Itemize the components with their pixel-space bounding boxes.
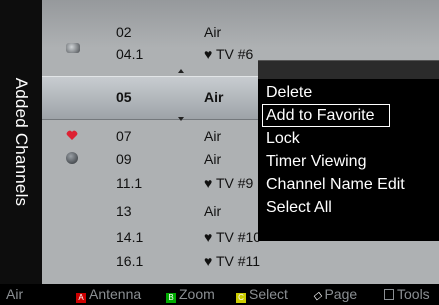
footer-zoom-key[interactable]: B Zoom [166, 286, 215, 303]
channel-number: 13 [116, 203, 132, 219]
scroll-down-indicator [178, 117, 184, 121]
side-bar: Added Channels [0, 0, 42, 284]
footer-select-key[interactable]: C Select [236, 286, 288, 303]
menu-item-add-to-favorite[interactable]: Add to Favorite [262, 104, 390, 127]
scroll-up-indicator [178, 69, 184, 73]
channel-number: 09 [116, 151, 132, 167]
channel-name: ♥ TV #9 [204, 175, 254, 191]
yellow-c-key-icon: C [236, 293, 246, 303]
footer-antenna-label: Antenna [89, 286, 142, 302]
channel-name: ♥ TV #6 [204, 46, 254, 62]
menu-item-delete[interactable]: Delete [262, 81, 439, 104]
footer-page-label: Page [324, 286, 358, 302]
channel-list-panel: Added Channels 02 Air 04.1 ♥ TV #6 05 Ai… [0, 0, 439, 284]
green-b-key-icon: B [166, 293, 176, 303]
channel-number: 14.1 [116, 229, 144, 245]
channel-name: ♥ TV #11 [204, 253, 261, 269]
menu-item-lock[interactable]: Lock [262, 127, 439, 150]
channel-number: 11.1 [116, 175, 143, 191]
tools-popup-menu: Delete Add to Favorite Lock Timer Viewin… [258, 60, 439, 241]
footer-bar: Air A Antenna B Zoom C Select ◇ Page Tools [0, 284, 439, 305]
channel-number: 02 [116, 24, 132, 40]
footer-zoom-label: Zoom [179, 286, 215, 302]
menu-item-timer-viewing[interactable]: Timer Viewing [262, 150, 439, 173]
footer-tools-label: Tools [397, 286, 430, 302]
footer-select-label: Select [249, 286, 288, 302]
side-title: Added Channels [12, 77, 31, 207]
channel-name: Air [204, 203, 222, 219]
footer-mode: Air [6, 286, 24, 302]
footer-tools-key[interactable]: Tools [384, 286, 430, 302]
channel-name: Air [204, 128, 222, 144]
menu-header-bar [258, 61, 439, 79]
channel-number: 05 [116, 89, 132, 105]
channel-name: ♥ TV #10 [204, 229, 262, 245]
up-down-arrow-icon: ◇ [313, 290, 322, 302]
channel-name: Air [204, 89, 224, 105]
channel-row[interactable]: 16.1 ♥ TV #11 [42, 251, 439, 273]
channel-number: 04.1 [116, 46, 144, 62]
menu-item-channel-name-edit[interactable]: Channel Name Edit [262, 173, 439, 196]
footer-page-key[interactable]: ◇ Page [313, 286, 357, 302]
red-a-key-icon: A [76, 293, 86, 303]
channel-row[interactable]: 02 Air [42, 22, 439, 44]
channel-name: Air [204, 151, 222, 167]
tools-icon [384, 289, 394, 300]
menu-item-select-all[interactable]: Select All [262, 196, 439, 219]
footer-antenna-key[interactable]: A Antenna [76, 286, 141, 303]
channel-number: 07 [116, 128, 132, 144]
channel-number: 16.1 [116, 253, 144, 269]
channel-name: Air [204, 24, 222, 40]
